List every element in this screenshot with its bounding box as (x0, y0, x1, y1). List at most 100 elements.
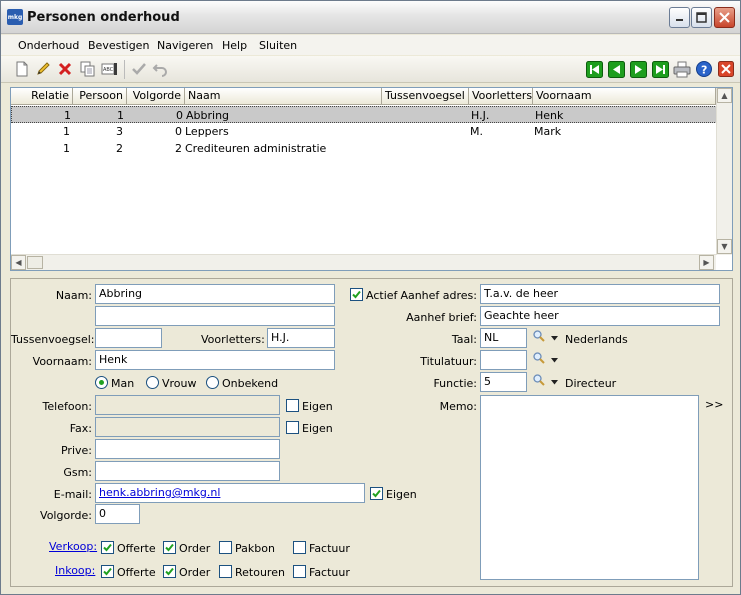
help-button[interactable]: ? (694, 59, 714, 79)
inkoop-factuur-checkbox[interactable] (293, 565, 306, 578)
aanhef-brief-field[interactable]: Geachte heer (480, 306, 720, 326)
rename-button[interactable]: ABC (100, 59, 120, 79)
gender-onbekend-radio[interactable] (206, 376, 219, 389)
edit-button[interactable] (33, 59, 53, 79)
naam2-field[interactable] (95, 306, 335, 326)
first-record-button[interactable] (584, 59, 604, 79)
actief-checkbox[interactable] (350, 288, 363, 301)
menu-bar: Onderhoud Bevestigen Navigeren Help Slui… (1, 35, 740, 55)
print-button[interactable] (672, 59, 692, 79)
new-icon (16, 61, 28, 77)
close-form-button[interactable] (716, 59, 736, 79)
prive-field[interactable] (95, 439, 280, 459)
scroll-right-button[interactable]: ▶ (699, 255, 714, 270)
cell-voornaam: Mark (534, 125, 562, 138)
voorletters-field[interactable]: H.J. (267, 328, 335, 348)
delete-button[interactable] (55, 59, 75, 79)
persons-grid[interactable]: Relatie Persoon Volgorde Naam Tussenvoeg… (10, 87, 733, 271)
menu-sluiten[interactable]: Sluiten (259, 39, 297, 52)
table-row[interactable]: 1 1 0 Abbring H.J. Henk (11, 106, 717, 123)
fax-eigen-checkbox[interactable] (286, 421, 299, 434)
fax-label: Fax: (69, 422, 92, 435)
undo-icon (152, 64, 167, 77)
vertical-scrollbar[interactable]: ▲ ▼ (716, 88, 732, 255)
inkoop-order-checkbox[interactable] (163, 565, 176, 578)
menu-bevestigen[interactable]: Bevestigen (88, 39, 149, 52)
column-header-relatie[interactable]: Relatie (11, 88, 73, 105)
memo-field[interactable] (480, 395, 699, 580)
menu-help[interactable]: Help (222, 39, 247, 52)
confirm-button[interactable] (129, 59, 149, 79)
titulatuur-dropdown-button[interactable] (551, 356, 558, 365)
minimize-button[interactable] (669, 7, 690, 28)
tussenvoegsel-field[interactable] (95, 328, 162, 348)
inkoop-retouren-checkbox[interactable] (219, 565, 232, 578)
voornaam-field[interactable]: Henk (95, 350, 335, 370)
aanhef-adres-field[interactable]: T.a.v. de heer (480, 284, 720, 304)
voornaam-label: Voornaam: (32, 355, 92, 368)
verkoop-pakbon-checkbox[interactable] (219, 541, 232, 554)
copy-button[interactable] (78, 59, 98, 79)
titulatuur-lookup-button[interactable] (532, 351, 546, 368)
inkoop-offerte-label: Offerte (117, 566, 156, 579)
cell-relatie: 1 (64, 109, 71, 122)
gsm-field[interactable] (95, 461, 280, 481)
email-eigen-label: Eigen (386, 488, 417, 501)
scroll-thumb[interactable] (27, 256, 43, 269)
previous-record-button[interactable] (606, 59, 626, 79)
chevron-down-icon (551, 336, 558, 341)
fax-field[interactable] (95, 417, 280, 437)
memo-expand-button[interactable]: >> (705, 398, 723, 411)
next-record-button[interactable] (628, 59, 648, 79)
table-row[interactable]: 1 2 2 Crediteuren administratie (11, 140, 717, 157)
functie-lookup-button[interactable] (532, 373, 546, 390)
column-header-voorletters[interactable]: Voorletters (469, 88, 533, 105)
functie-dropdown-button[interactable] (551, 378, 558, 387)
column-header-naam[interactable]: Naam (185, 88, 382, 105)
taal-description: Nederlands (565, 333, 628, 346)
taal-lookup-button[interactable] (532, 329, 546, 346)
maximize-button[interactable] (691, 7, 712, 28)
menu-onderhoud[interactable]: Onderhoud (18, 39, 79, 52)
tussenvoegsel-label: Tussenvoegsel: (11, 333, 95, 346)
last-record-button[interactable] (650, 59, 670, 79)
app-icon: mkg (7, 9, 23, 25)
column-header-persoon[interactable]: Persoon (73, 88, 127, 105)
menu-navigeren[interactable]: Navigeren (157, 39, 213, 52)
volgorde-field[interactable]: 0 (95, 504, 140, 524)
column-header-voornaam[interactable]: Voornaam (533, 88, 716, 105)
verkoop-factuur-checkbox[interactable] (293, 541, 306, 554)
inkoop-offerte-checkbox[interactable] (101, 565, 114, 578)
close-button[interactable] (714, 7, 735, 28)
cell-voornaam: Henk (535, 109, 564, 122)
cell-persoon: 3 (116, 125, 123, 138)
new-button[interactable] (12, 59, 32, 79)
verkoop-offerte-checkbox[interactable] (101, 541, 114, 554)
taal-dropdown-button[interactable] (551, 334, 558, 343)
taal-field[interactable]: NL (480, 328, 527, 348)
scroll-left-button[interactable]: ◀ (11, 255, 26, 270)
email-eigen-checkbox[interactable] (370, 487, 383, 500)
chevron-down-icon (551, 358, 558, 363)
email-field[interactable]: henk.abbring@mkg.nl (95, 483, 365, 503)
checkmark-icon (352, 290, 361, 299)
column-header-tussenvoegsel[interactable]: Tussenvoegsel (382, 88, 469, 105)
horizontal-scrollbar[interactable]: ◀ ▶ (11, 254, 716, 270)
print-icon (673, 61, 691, 77)
telefoon-field[interactable] (95, 395, 280, 415)
scroll-up-button[interactable]: ▲ (717, 88, 732, 103)
inkoop-link[interactable]: Inkoop: (55, 564, 95, 577)
verkoop-order-checkbox[interactable] (163, 541, 176, 554)
verkoop-link[interactable]: Verkoop: (49, 540, 97, 553)
gender-man-radio[interactable] (95, 376, 108, 389)
table-row[interactable]: 1 3 0 Leppers M. Mark (11, 123, 717, 140)
svg-text:ABC: ABC (103, 67, 114, 73)
undo-button[interactable] (150, 59, 170, 79)
gender-vrouw-radio[interactable] (146, 376, 159, 389)
titulatuur-field[interactable] (480, 350, 527, 370)
naam-field[interactable]: Abbring (95, 284, 335, 304)
scroll-down-button[interactable]: ▼ (717, 239, 732, 254)
column-header-volgorde[interactable]: Volgorde (127, 88, 185, 105)
functie-field[interactable]: 5 (480, 372, 527, 392)
telefoon-eigen-checkbox[interactable] (286, 399, 299, 412)
